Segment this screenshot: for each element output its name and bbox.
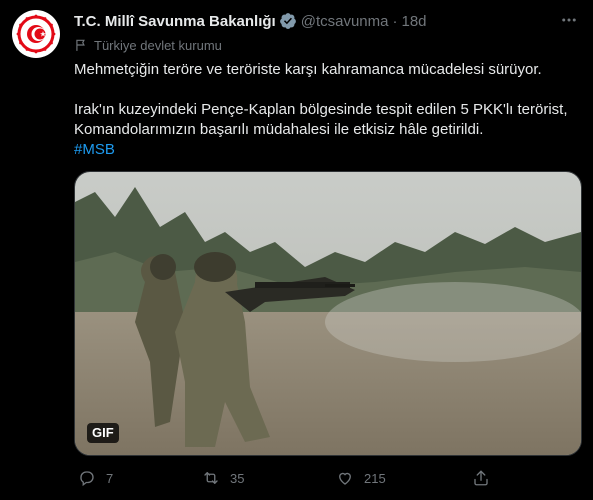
retweet-count: 35	[230, 470, 245, 486]
reply-button[interactable]: 7	[78, 469, 113, 487]
retweet-icon	[204, 472, 218, 484]
more-icon[interactable]	[557, 9, 581, 31]
media-gif[interactable]: GIF	[74, 171, 582, 456]
tweet-text: Mehmetçiğin teröre ve teröriste karşı ka…	[74, 60, 584, 160]
author-handle[interactable]: @tcsavunma	[301, 13, 389, 30]
tweet-time[interactable]: 18d	[401, 13, 426, 30]
reply-icon	[80, 471, 94, 487]
author-name[interactable]: T.C. Millî Savunma Bakanlığı	[74, 13, 276, 30]
account-label[interactable]: Türkiye devlet kurumu	[74, 35, 222, 55]
separator-dot: ·	[392, 12, 398, 30]
like-icon	[339, 472, 351, 485]
tweet-text-line1: Mehmetçiğin teröre ve teröriste karşı ka…	[74, 61, 542, 78]
action-bar: 7 35 215	[74, 466, 580, 490]
like-button[interactable]: 215	[336, 469, 386, 487]
account-label-text: Türkiye devlet kurumu	[94, 37, 222, 53]
msb-emblem-icon	[13, 11, 59, 57]
reply-count: 7	[106, 470, 114, 486]
share-button[interactable]	[472, 469, 500, 487]
verified-icon	[279, 12, 297, 30]
gif-scene	[75, 172, 581, 455]
avatar[interactable]	[12, 10, 60, 58]
hashtag-link[interactable]: #MSB	[74, 141, 115, 158]
like-count: 215	[364, 470, 386, 486]
government-flag-icon	[76, 39, 85, 51]
retweet-button[interactable]: 35	[202, 469, 244, 487]
tweet-header: T.C. Millî Savunma Bakanlığı @tcsavunma …	[74, 10, 581, 32]
tweet-text-line2: Irak'ın kuzeyindeki Pençe-Kaplan bölgesi…	[74, 101, 568, 138]
share-icon	[474, 470, 488, 486]
gif-badge: GIF	[87, 423, 119, 443]
